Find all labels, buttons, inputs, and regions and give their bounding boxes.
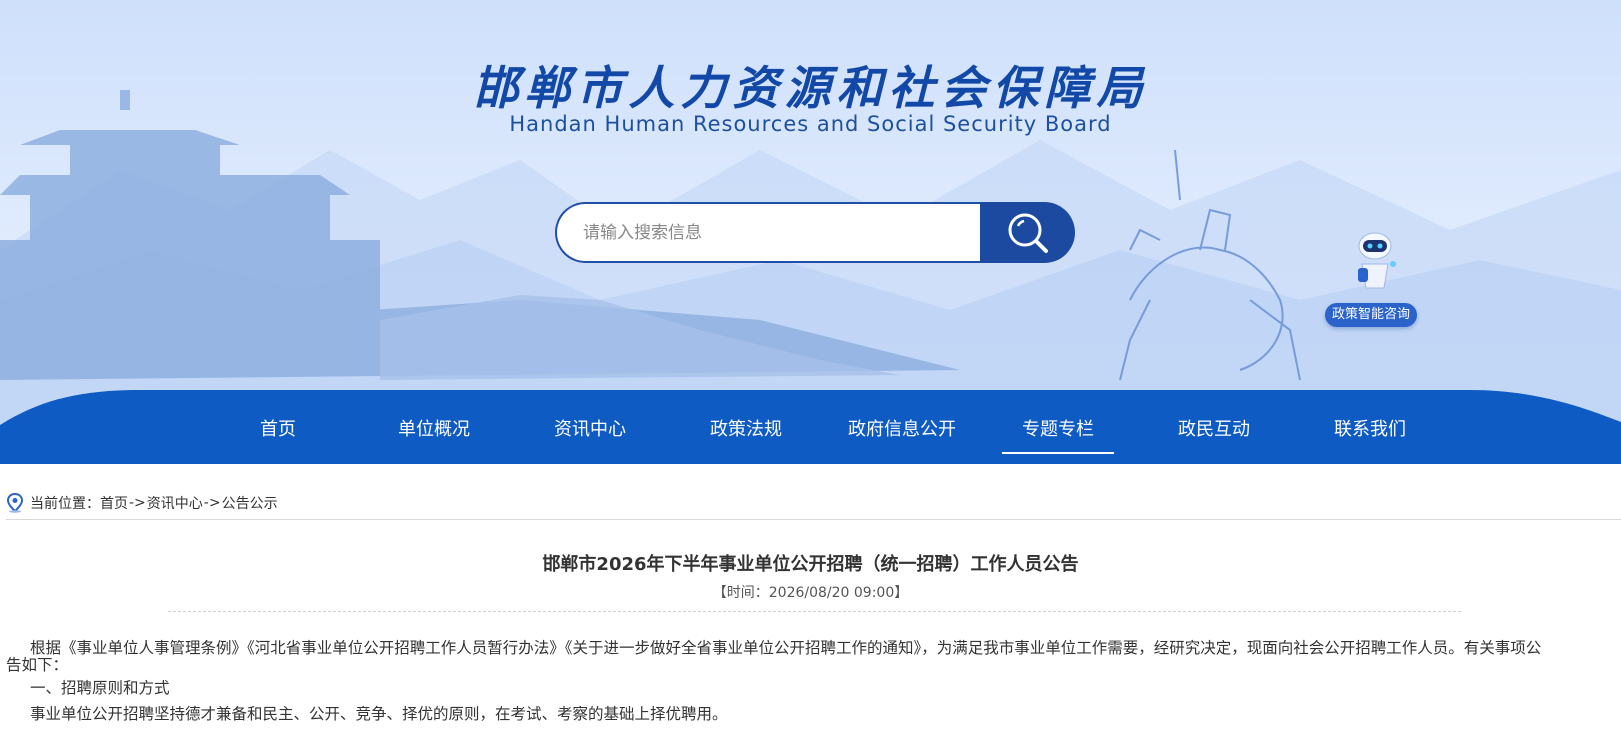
breadcrumb-news[interactable]: 资讯中心: [147, 493, 203, 513]
breadcrumb-notices[interactable]: 公告公示: [222, 493, 278, 513]
nav-item-gov-info[interactable]: 政府信息公开: [824, 410, 980, 450]
site-subtitle: Handan Human Resources and Social Securi…: [509, 112, 1112, 136]
nav-item-home[interactable]: 首页: [200, 410, 356, 450]
article-paragraph: 告如下：: [6, 656, 69, 674]
search-button[interactable]: [980, 202, 1075, 263]
breadcrumb-separator: ->: [203, 495, 221, 511]
article-paragraph: 事业单位公开招聘坚持德才兼备和民主、公开、竞争、择优的原则，在考试、考察的基础上…: [30, 705, 728, 723]
article-paragraph: 根据《事业单位人事管理条例》《河北省事业单位公开招聘工作人员暂行办法》《关于进一…: [30, 639, 1542, 657]
article-title: 邯郸市2026年下半年事业单位公开招聘（统一招聘）工作人员公告: [542, 554, 1079, 575]
nav-item-special[interactable]: 专题专栏: [980, 410, 1136, 454]
breadcrumb: 当前位置： 首页 -> 资讯中心 -> 公告公示: [6, 492, 278, 514]
site-title: 邯郸市人力资源和社会保障局: [472, 61, 1149, 115]
main-nav: 首页 单位概况 资讯中心 政策法规 政府信息公开 专题专栏 政民互动 联系我们: [0, 390, 1621, 464]
article-divider: [168, 611, 1461, 612]
header-banner: 邯郸市人力资源和社会保障局 Handan Human Resources and…: [0, 0, 1621, 450]
nav-item-news[interactable]: 资讯中心: [512, 410, 668, 450]
nav-items: 首页 单位概况 资讯中心 政策法规 政府信息公开 专题专栏 政民互动 联系我们: [200, 410, 1448, 454]
article-section-heading: 一、招聘原则和方式: [30, 679, 170, 697]
search-box: [555, 202, 1075, 263]
location-pin-icon: [6, 493, 24, 513]
breadcrumb-home[interactable]: 首页: [100, 493, 128, 513]
breadcrumb-divider: [6, 519, 1621, 520]
search-input[interactable]: [555, 202, 995, 263]
article-time: 【时间：2026/08/20 09:00】: [712, 585, 909, 601]
policy-consult-button[interactable]: 政策智能咨询: [1325, 303, 1417, 327]
robot-icon[interactable]: [1352, 230, 1398, 296]
search-icon: [1008, 213, 1048, 253]
nav-item-overview[interactable]: 单位概况: [356, 410, 512, 450]
nav-item-contact[interactable]: 联系我们: [1292, 410, 1448, 450]
nav-item-interaction[interactable]: 政民互动: [1136, 410, 1292, 450]
breadcrumb-prefix: 当前位置：: [30, 496, 100, 512]
nav-item-policy[interactable]: 政策法规: [668, 410, 824, 450]
breadcrumb-separator: ->: [129, 495, 146, 511]
